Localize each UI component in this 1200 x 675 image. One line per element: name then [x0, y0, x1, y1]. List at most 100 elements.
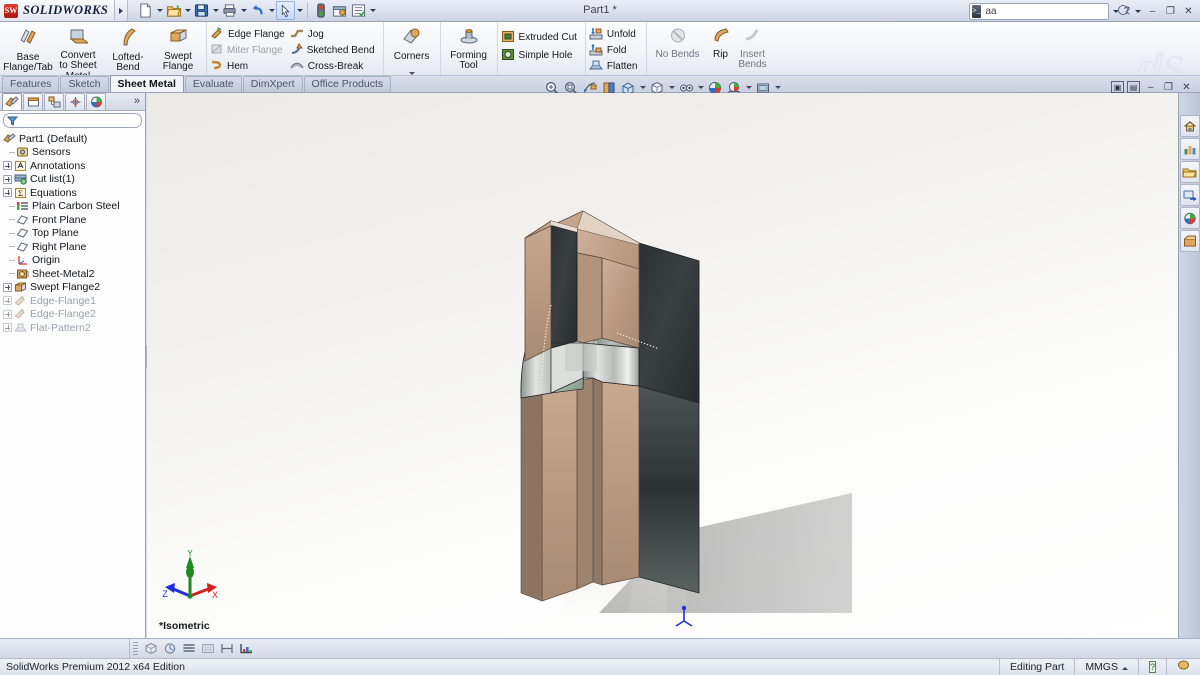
print-document-button[interactable] — [220, 1, 239, 20]
tab-office-products[interactable]: Office Products — [304, 76, 392, 92]
expander-plus-icon[interactable] — [3, 323, 12, 332]
select-tool-button[interactable] — [276, 1, 295, 20]
base-flange-tab-button[interactable]: BaseFlange/Tab — [3, 24, 53, 76]
pane-tabs-more-icon[interactable]: » — [134, 93, 145, 110]
help-caret-icon[interactable] — [1134, 3, 1142, 19]
tree-item-material[interactable]: Plain Carbon Steel — [3, 200, 145, 214]
close-doc-icon[interactable]: ✕ — [1179, 80, 1194, 94]
sketched-bend-button[interactable]: Sketched Bend — [290, 43, 380, 58]
new-document-button[interactable] — [136, 1, 155, 20]
minimize-doc-icon[interactable]: – — [1143, 80, 1158, 94]
print-document-caret-icon[interactable] — [239, 1, 248, 20]
rip-button[interactable]: Rip — [706, 24, 736, 76]
graphics-area[interactable]: Y X Z *Isometric — [147, 93, 1178, 638]
convert-to-sheet-metal-button[interactable]: Convertto SheetMetal — [53, 24, 103, 76]
menu-expand-arrow-icon[interactable] — [115, 0, 128, 21]
fold-button[interactable]: Fold — [589, 43, 643, 58]
list-view-icon[interactable] — [179, 640, 198, 657]
expander-plus-icon[interactable] — [3, 161, 12, 170]
simple-hole-button[interactable]: Simple Hole — [501, 48, 582, 63]
save-document-button[interactable] — [192, 1, 211, 20]
model-tab-icon[interactable] — [141, 640, 160, 657]
restore-doc-icon[interactable]: ❐ — [1161, 80, 1176, 94]
rebuild-button[interactable] — [311, 1, 330, 20]
hem-button[interactable]: Hem — [210, 59, 290, 74]
customize-menu-button[interactable] — [349, 1, 368, 20]
expander-plus-icon[interactable] — [3, 175, 12, 184]
appearances-scenes-icon[interactable] — [1180, 230, 1200, 252]
tree-item-part1[interactable]: Part1 (Default) — [3, 132, 145, 146]
property-manager-tab[interactable] — [23, 93, 43, 110]
toolbar-grip[interactable] — [133, 642, 138, 656]
units-caret-icon[interactable] — [1122, 659, 1128, 675]
lofted-bend-button[interactable]: Lofted-Bend — [103, 24, 153, 76]
restore-doc-right-icon[interactable]: ▤ — [1127, 81, 1140, 93]
search-tab-icon[interactable] — [1180, 184, 1200, 206]
expander-plus-icon[interactable] — [3, 296, 12, 305]
status-help-cell[interactable]: ? — [1138, 659, 1166, 675]
edge-flange-button[interactable]: Edge Flange — [210, 27, 290, 42]
unfold-button[interactable]: Unfold — [589, 27, 643, 42]
tab-evaluate[interactable]: Evaluate — [185, 76, 242, 92]
file-explorer-icon[interactable] — [1180, 161, 1200, 183]
cross-break-button[interactable]: Cross-Break — [290, 59, 380, 74]
configuration-manager-tab[interactable] — [44, 93, 64, 110]
open-document-caret-icon[interactable] — [183, 1, 192, 20]
customize-caret-icon[interactable] — [368, 1, 377, 20]
tree-item-annotations[interactable]: Annotations — [3, 159, 145, 173]
status-shield-cell[interactable] — [1166, 659, 1200, 675]
table-view-icon[interactable] — [198, 640, 217, 657]
dimxpert-manager-tab[interactable] — [65, 93, 85, 110]
flatten-button[interactable]: Flatten — [589, 59, 643, 74]
miter-flange-button[interactable]: Miter Flange — [210, 43, 290, 58]
tree-item-sensors[interactable]: Sensors — [3, 146, 145, 160]
minimize-window-button[interactable]: – — [1145, 4, 1160, 18]
expander-plus-icon[interactable] — [3, 283, 12, 292]
tab-sketch[interactable]: Sketch — [60, 76, 108, 92]
options-button[interactable] — [330, 1, 349, 20]
new-document-caret-icon[interactable] — [155, 1, 164, 20]
swept-flange-button[interactable]: SweptFlange — [153, 24, 203, 76]
tree-item-swept-flange2[interactable]: Swept Flange2 — [3, 281, 145, 295]
forming-tool-button[interactable]: FormingTool — [444, 24, 494, 76]
tab-sheet-metal[interactable]: Sheet Metal — [110, 75, 184, 92]
model-3d-view[interactable] — [147, 93, 1178, 638]
search-box[interactable]: >_ — [969, 3, 1109, 20]
expander-plus-icon[interactable] — [3, 310, 12, 319]
units-selector[interactable]: MMGS — [1074, 659, 1138, 675]
tree-item-origin[interactable]: Origin — [3, 254, 145, 268]
tree-item-edge-flange1[interactable]: Edge-Flange1 — [3, 294, 145, 308]
undo-button[interactable] — [248, 1, 267, 20]
tree-item-equations[interactable]: Σ Equations — [3, 186, 145, 200]
restore-window-button[interactable]: ❐ — [1163, 4, 1178, 18]
close-window-button[interactable]: ✕ — [1181, 4, 1196, 18]
save-document-caret-icon[interactable] — [211, 1, 220, 20]
solidworks-resources-icon[interactable] — [1180, 115, 1200, 137]
solidworks-logo[interactable]: SW SOLIDWORKS — [0, 0, 115, 21]
open-document-button[interactable] — [164, 1, 183, 20]
tree-item-cut-list[interactable]: Cut list(1) — [3, 173, 145, 187]
extruded-cut-button[interactable]: Extruded Cut — [501, 30, 582, 45]
tab-dimxpert[interactable]: DimXpert — [243, 76, 303, 92]
select-tool-caret-icon[interactable] — [295, 1, 304, 20]
corners-dropdown-caret-icon[interactable] — [387, 66, 437, 75]
tree-item-right-plane[interactable]: Right Plane — [3, 240, 145, 254]
corners-button[interactable]: Corners — [387, 24, 437, 66]
undo-caret-icon[interactable] — [267, 1, 276, 20]
tree-item-flat-pattern2[interactable]: Flat-Pattern2 — [3, 321, 145, 335]
no-bends-button[interactable]: No Bends — [650, 24, 706, 76]
feature-tree-filter[interactable] — [3, 113, 142, 128]
motion-study-icon[interactable] — [160, 640, 179, 657]
jog-button[interactable]: Jog — [290, 27, 380, 42]
tree-item-sheet-metal2[interactable]: Sheet-Metal2 — [3, 267, 145, 281]
search-input[interactable] — [981, 6, 1117, 17]
tree-item-top-plane[interactable]: Top Plane — [3, 227, 145, 241]
restore-doc-left-icon[interactable]: ▣ — [1111, 81, 1124, 93]
view-palette-icon[interactable] — [1180, 207, 1200, 229]
expander-plus-icon[interactable] — [3, 188, 12, 197]
tab-features[interactable]: Features — [2, 76, 59, 92]
chart-icon[interactable] — [236, 640, 255, 657]
design-library-icon[interactable] — [1180, 138, 1200, 160]
display-manager-tab[interactable] — [86, 93, 106, 110]
help-status-icon[interactable]: ? — [1149, 661, 1156, 673]
